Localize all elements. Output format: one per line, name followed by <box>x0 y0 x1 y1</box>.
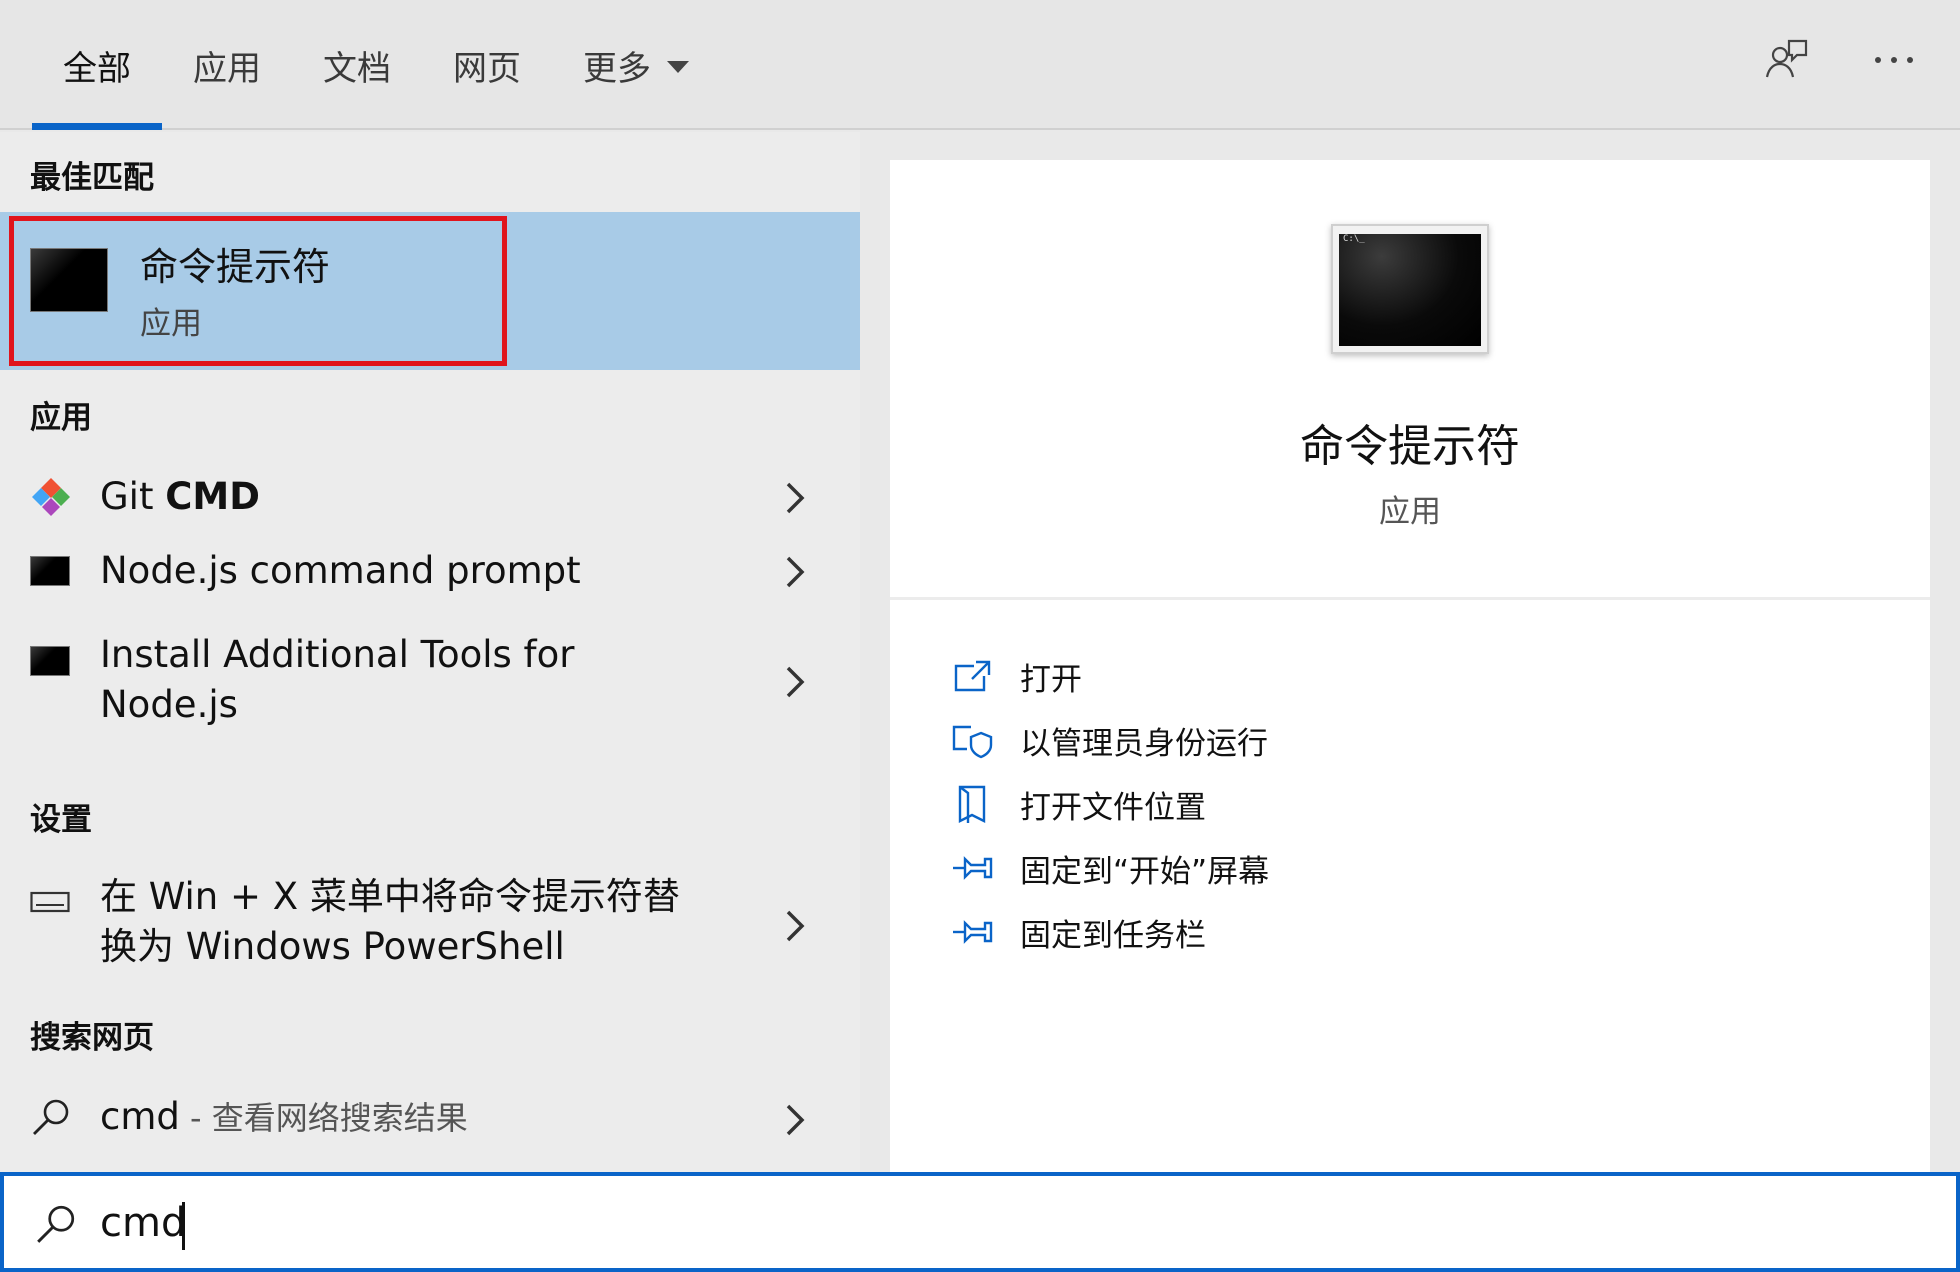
chevron-right-icon[interactable] <box>780 662 810 702</box>
chevron-down-icon <box>667 61 689 73</box>
best-match-header: 最佳匹配 <box>30 160 154 196</box>
git-icon <box>32 478 70 516</box>
app-item-nodejs-prompt[interactable]: Node.js command prompt <box>0 532 860 608</box>
app-name-line2: Node.js <box>100 683 238 726</box>
icon-prompt-text: C:\_ <box>1343 234 1365 244</box>
keyboard-icon <box>30 891 70 913</box>
terminal-icon <box>30 556 70 586</box>
feedback-icon[interactable] <box>1760 34 1812 86</box>
filter-tabs: 全部 应用 文档 网页 更多 <box>32 0 720 130</box>
action-open[interactable]: 打开 <box>950 646 1550 706</box>
settings-item-powershell[interactable]: 在 Win + X 菜单中将命令提示符替 换为 Windows PowerShe… <box>0 862 860 986</box>
search-icon <box>33 1099 69 1135</box>
best-match-title: 命令提示符 <box>140 245 331 289</box>
tab-documents[interactable]: 文档 <box>292 0 422 130</box>
more-options-icon[interactable] <box>1868 34 1920 86</box>
web-suffix: - 查看网络搜索结果 <box>179 1099 468 1137</box>
app-item-git-cmd[interactable]: Git CMD <box>0 462 860 532</box>
chevron-right-icon[interactable] <box>780 906 810 946</box>
terminal-icon: C:\_ <box>1331 224 1489 354</box>
chevron-right-icon[interactable] <box>780 478 810 518</box>
top-actions <box>1760 34 1920 86</box>
run-as-admin-icon <box>950 718 994 762</box>
pin-icon <box>950 910 994 954</box>
app-name-line1: Install Additional Tools for <box>100 633 575 676</box>
web-search-header: 搜索网页 <box>30 1020 154 1056</box>
detail-subtitle: 应用 <box>1379 494 1441 530</box>
results-pane: 最佳匹配 命令提示符 应用 应用 Git CMD Node.js command… <box>0 132 860 1172</box>
tab-more[interactable]: 更多 <box>552 0 720 130</box>
pin-icon <box>950 846 994 890</box>
search-box[interactable] <box>0 1172 1960 1272</box>
detail-title: 命令提示符 <box>1300 421 1520 472</box>
action-label: 以管理员身份运行 <box>1020 725 1268 762</box>
settings-name-line1: 在 Win + X 菜单中将命令提示符替 <box>100 875 680 918</box>
action-pin-to-start[interactable]: 固定到“开始”屏幕 <box>950 838 1550 898</box>
action-label: 固定到“开始”屏幕 <box>1020 853 1270 890</box>
apps-header: 应用 <box>30 400 92 436</box>
settings-name-line2: 换为 Windows PowerShell <box>100 925 565 968</box>
detail-pane: C:\_ 命令提示符 应用 打开 以管理员身份运行 打开文件位置 固定到“开始”… <box>890 160 1930 1172</box>
app-name: Git <box>100 475 166 518</box>
terminal-icon <box>30 646 70 676</box>
search-input[interactable] <box>100 1190 1800 1256</box>
app-item-node-tools[interactable]: Install Additional Tools for Node.js <box>0 618 860 742</box>
tab-web[interactable]: 网页 <box>422 0 552 130</box>
chevron-right-icon[interactable] <box>780 552 810 592</box>
web-search-item[interactable]: cmd - 查看网络搜索结果 <box>0 1080 860 1160</box>
app-name-match: CMD <box>165 475 260 518</box>
open-icon <box>950 654 994 698</box>
action-label: 打开文件位置 <box>1020 789 1206 826</box>
app-preview: C:\_ 命令提示符 应用 <box>890 160 1930 600</box>
terminal-icon <box>30 248 108 312</box>
action-label: 固定到任务栏 <box>1020 917 1206 954</box>
app-name: Node.js command prompt <box>100 549 581 592</box>
settings-header: 设置 <box>30 802 92 838</box>
web-query: cmd <box>100 1095 180 1138</box>
best-match-subtitle: 应用 <box>140 306 202 342</box>
text-cursor <box>182 1202 185 1250</box>
tab-all[interactable]: 全部 <box>32 0 162 130</box>
file-location-icon <box>950 782 994 826</box>
action-label: 打开 <box>1020 661 1082 698</box>
chevron-right-icon[interactable] <box>780 1100 810 1140</box>
tab-apps[interactable]: 应用 <box>162 0 292 130</box>
filter-bar: 全部 应用 文档 网页 更多 <box>0 0 1960 130</box>
action-run-as-admin[interactable]: 以管理员身份运行 <box>950 710 1550 770</box>
action-open-file-location[interactable]: 打开文件位置 <box>950 774 1550 834</box>
search-icon <box>37 1205 75 1243</box>
action-pin-to-taskbar[interactable]: 固定到任务栏 <box>950 902 1550 962</box>
best-match-item[interactable]: 命令提示符 应用 <box>0 212 860 370</box>
